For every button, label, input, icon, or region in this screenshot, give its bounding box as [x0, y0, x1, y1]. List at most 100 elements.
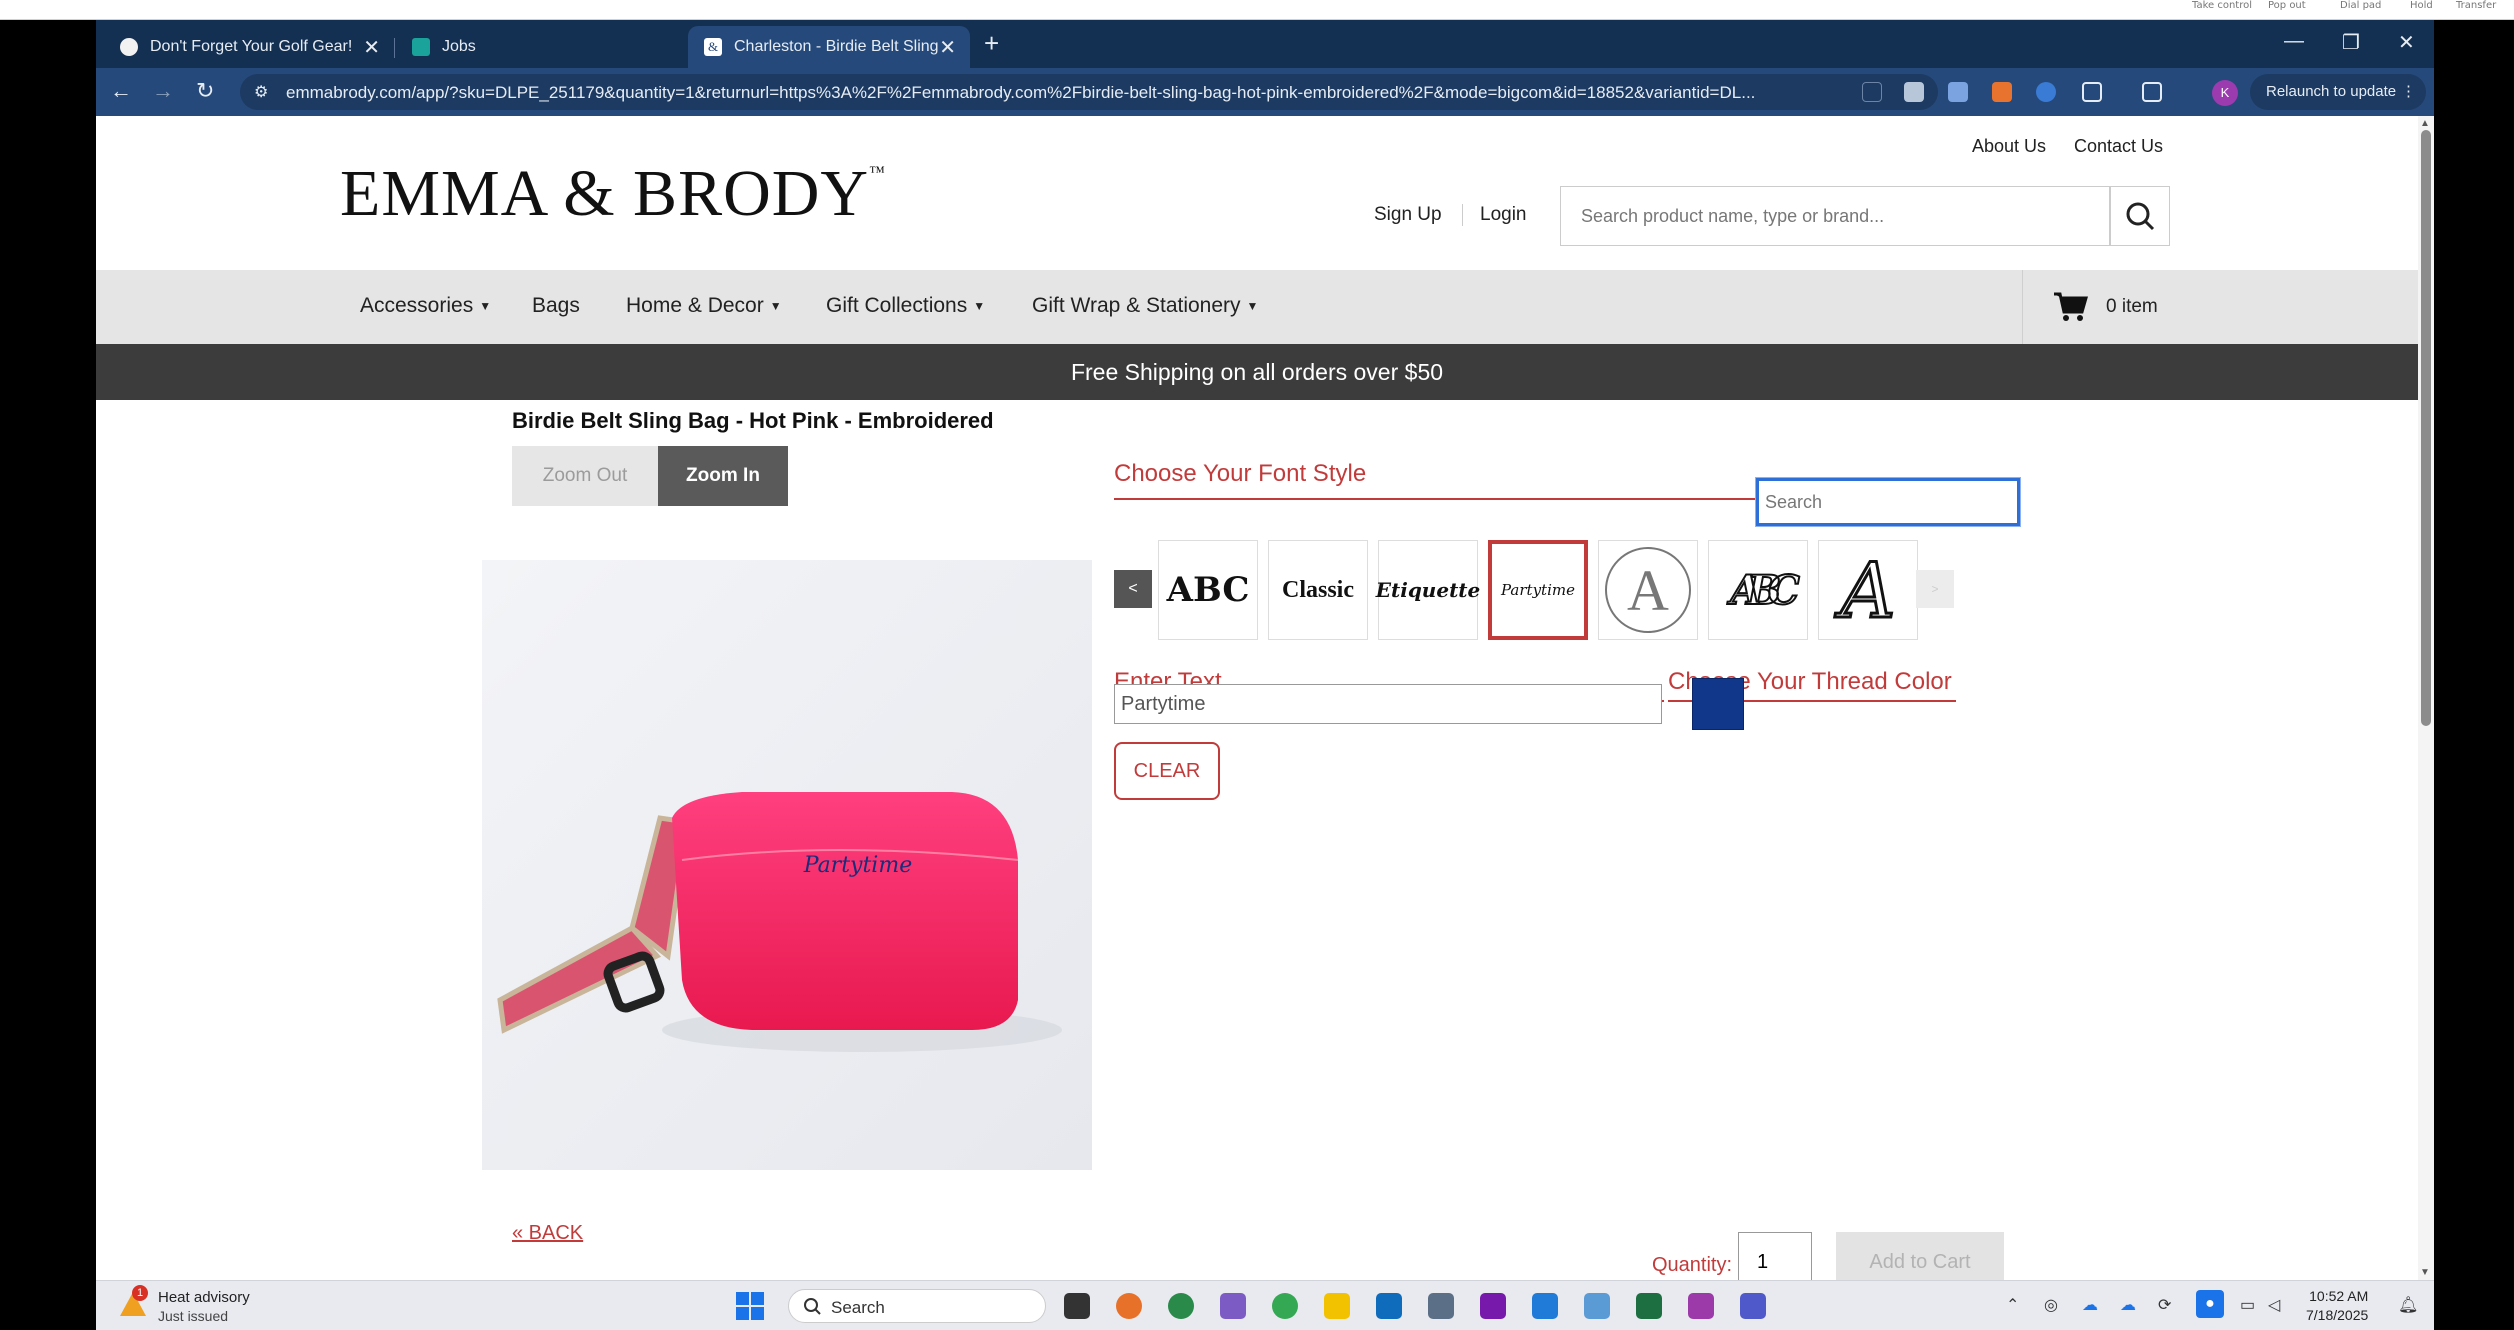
font-next-button[interactable]: >	[1916, 570, 1954, 608]
onenote-icon[interactable]	[1480, 1293, 1506, 1319]
pop-out-label[interactable]: Pop out	[2268, 0, 2306, 11]
quantity-input[interactable]	[1738, 1232, 1812, 1280]
app-icon[interactable]	[1428, 1293, 1454, 1319]
extension-icon[interactable]	[1992, 82, 2012, 102]
nav-accessories[interactable]: Accessories ▼	[360, 294, 491, 318]
onedrive-icon[interactable]: ☁	[2120, 1295, 2136, 1315]
font-option-vine[interactable]: A	[1818, 540, 1918, 640]
site-settings-icon[interactable]: ⚙	[254, 82, 268, 102]
font-prev-button[interactable]: <	[1114, 570, 1152, 608]
restore-icon[interactable]: ❐	[2342, 30, 2360, 55]
extension-icon[interactable]	[1904, 82, 1924, 102]
extension-icon[interactable]	[1948, 82, 1968, 102]
emma-brody-favicon: &	[704, 38, 722, 56]
forward-arrow-icon[interactable]: →	[152, 78, 174, 104]
url-field[interactable]: ⚙ emmabrody.com/app/?sku=DLPE_251179&qua…	[240, 74, 1938, 110]
volume-icon[interactable]: ◁	[2268, 1295, 2280, 1315]
contact-us-link[interactable]: Contact Us	[2074, 136, 2163, 157]
nav-label: Gift Wrap & Stationery	[1032, 294, 1241, 317]
close-icon[interactable]: ✕	[939, 35, 956, 60]
font-option-etiquette[interactable]: Etiquette	[1376, 540, 1480, 640]
edge-icon[interactable]	[1168, 1293, 1194, 1319]
tab-golf-gear[interactable]: Don't Forget Your Golf Gear! ✕	[104, 26, 394, 68]
font-search-input[interactable]	[1755, 477, 2021, 527]
file-explorer-icon[interactable]	[1324, 1293, 1350, 1319]
extension-icon[interactable]	[1862, 82, 1882, 102]
about-us-link[interactable]: About Us	[1972, 136, 2046, 157]
scroll-up-icon[interactable]: ▲	[2420, 118, 2430, 129]
teams-icon[interactable]	[1740, 1293, 1766, 1319]
notifications-icon[interactable]: 🔔︎	[2398, 1295, 2418, 1315]
cart-count[interactable]: 0 item	[2106, 296, 2158, 318]
take-control-label[interactable]: Take control	[2192, 0, 2252, 11]
transfer-label[interactable]: Transfer	[2456, 0, 2496, 11]
sync-icon[interactable]: ⟳	[2158, 1295, 2171, 1315]
new-tab-icon[interactable]: +	[984, 28, 999, 59]
font-option-monogram[interactable]: ABC	[1708, 540, 1808, 640]
font-option-circle[interactable]: A	[1598, 540, 1698, 640]
dial-pad-label[interactable]: Dial pad	[2340, 0, 2381, 11]
vscode-icon[interactable]	[1532, 1293, 1558, 1319]
zoom-out-button[interactable]: Zoom Out	[512, 446, 658, 506]
golf-ball-icon	[120, 38, 138, 56]
site-search-input[interactable]	[1561, 187, 2041, 245]
font-option-classic[interactable]: Classic	[1268, 540, 1368, 640]
back-link[interactable]: « BACK	[512, 1222, 583, 1245]
outlook-icon[interactable]	[1376, 1293, 1402, 1319]
extension-icon[interactable]	[2036, 82, 2056, 102]
thread-color-swatch[interactable]	[1692, 678, 1744, 730]
nav-gift-collections[interactable]: Gift Collections ▼	[826, 294, 985, 318]
hold-label[interactable]: Hold	[2410, 0, 2433, 11]
app-icon[interactable]	[1688, 1293, 1714, 1319]
page-scrollbar[interactable]: ▲ ▼	[2418, 116, 2434, 1280]
scroll-down-icon[interactable]: ▼	[2420, 1267, 2430, 1278]
onedrive-icon[interactable]: ☁	[2082, 1295, 2098, 1315]
app-icon[interactable]	[1116, 1293, 1142, 1319]
scroll-thumb[interactable]	[2421, 130, 2431, 726]
font-option-partytime[interactable]: Partytime	[1488, 540, 1588, 640]
nav-bags[interactable]: Bags	[532, 294, 580, 318]
visual-studio-icon[interactable]	[1220, 1293, 1246, 1319]
site-search-button[interactable]	[2110, 186, 2170, 246]
site-logo[interactable]: EMMA & BRODY™	[340, 156, 886, 232]
relaunch-to-update-button[interactable]: Relaunch to update ⋮	[2250, 74, 2426, 110]
side-panel-icon[interactable]	[2142, 82, 2162, 102]
relaunch-label: Relaunch to update	[2266, 83, 2397, 100]
windows-start-icon[interactable]	[736, 1292, 764, 1320]
login-link[interactable]: Login	[1480, 204, 1527, 226]
clock[interactable]: 10:52 AM 7/18/2025	[2306, 1287, 2368, 1325]
shopping-cart-icon[interactable]	[2052, 290, 2088, 322]
microphone-icon[interactable]: ●	[2196, 1290, 2224, 1318]
chevron-up-icon[interactable]: ⌃	[2006, 1295, 2019, 1315]
back-arrow-icon[interactable]: ←	[110, 78, 132, 104]
font-sample: ABC	[1729, 566, 1801, 615]
tab-charleston[interactable]: & Charleston - Birdie Belt Sling Ba ✕	[688, 26, 970, 68]
caret-down-icon: ▼	[769, 299, 782, 314]
app-icon[interactable]	[1584, 1293, 1610, 1319]
app-tray-icon[interactable]: ◎	[2044, 1295, 2058, 1315]
trademark-mark: ™	[869, 164, 886, 181]
more-menu-icon[interactable]: ⋮	[2401, 74, 2416, 110]
profile-avatar[interactable]: K	[2212, 80, 2238, 106]
zoom-in-button[interactable]: Zoom In	[658, 446, 788, 506]
browser-window: Don't Forget Your Golf Gear! ✕ Jobs ✕ & …	[96, 20, 2434, 1280]
add-to-cart-button[interactable]: Add to Cart	[1836, 1232, 2004, 1280]
close-icon[interactable]: ✕	[363, 35, 380, 60]
font-option-block[interactable]: ABC	[1158, 540, 1258, 640]
network-icon[interactable]: ▭	[2240, 1295, 2255, 1315]
weather-widget[interactable]: 1 Heat advisory Just issued	[118, 1285, 250, 1324]
nav-gift-wrap[interactable]: Gift Wrap & Stationery ▼	[1032, 294, 1258, 318]
font-sample: Classic	[1282, 576, 1354, 603]
close-window-icon[interactable]: ✕	[2398, 30, 2415, 55]
excel-icon[interactable]	[1636, 1293, 1662, 1319]
taskbar-search[interactable]: Search	[788, 1289, 1046, 1323]
embroidery-text-input[interactable]	[1114, 684, 1662, 724]
chrome-icon[interactable]	[1272, 1293, 1298, 1319]
reload-icon[interactable]: ↻	[196, 78, 214, 104]
task-view-icon[interactable]	[1064, 1293, 1090, 1319]
clear-button[interactable]: CLEAR	[1114, 742, 1220, 800]
puzzle-extensions-icon[interactable]	[2082, 82, 2102, 102]
minimize-icon[interactable]: —	[2284, 30, 2304, 53]
sign-up-link[interactable]: Sign Up	[1374, 204, 1442, 226]
nav-home-decor[interactable]: Home & Decor ▼	[626, 294, 782, 318]
